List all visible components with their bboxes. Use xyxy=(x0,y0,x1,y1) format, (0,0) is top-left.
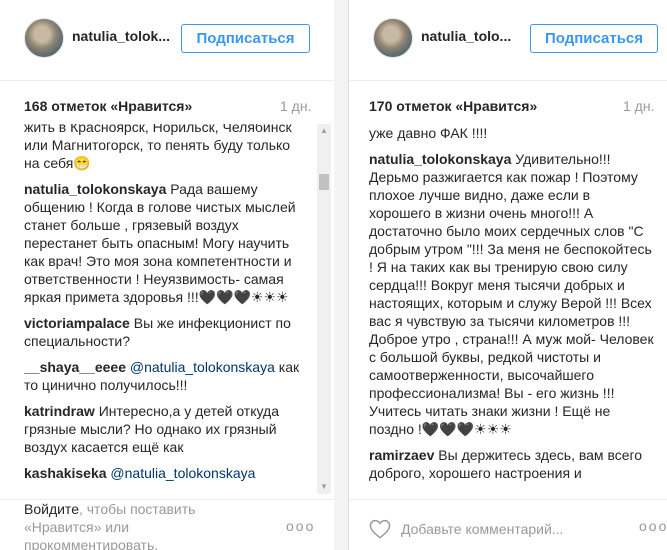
comment-text: уже давно ФАК !!!! xyxy=(369,125,488,141)
comments-list[interactable]: уже давно ФАК !!!! natulia_tolokonskaya … xyxy=(369,124,654,500)
comments-list[interactable]: жить в Красноярск, Норильск, Челябинск и… xyxy=(24,124,308,496)
comment-author[interactable]: natulia_tolokonskaya xyxy=(369,151,511,167)
comment-text: Удивительно!!! Дерьмо разжигается как по… xyxy=(369,151,654,437)
comment-author[interactable]: victoriampalace xyxy=(24,315,130,331)
list-item: уже давно ФАК !!!! xyxy=(369,124,654,142)
login-link[interactable]: Войдите xyxy=(24,501,79,517)
more-options-icon[interactable]: ooo xyxy=(286,518,315,534)
scroll-thumb[interactable] xyxy=(319,174,329,190)
follow-button[interactable]: Подписаться xyxy=(530,24,658,53)
comment-text: Рада вашему общению ! Когда в голове чис… xyxy=(24,181,296,305)
comment-mention[interactable]: @natulia_tolokonskaya xyxy=(110,465,255,481)
scroll-up-arrow-icon[interactable]: ▲ xyxy=(317,124,331,138)
panel-gap xyxy=(334,0,348,550)
comment-text: жить в Красноярск, Норильск, Челябинск и… xyxy=(24,124,292,171)
avatar[interactable] xyxy=(24,18,64,58)
footer-divider xyxy=(349,499,667,500)
header-divider xyxy=(0,80,334,81)
comments-scrollbar[interactable]: ▲ ▼ xyxy=(317,124,331,494)
comment-mention[interactable]: @natulia_tolokonskaya xyxy=(130,359,275,375)
post-time[interactable]: 1 дн. xyxy=(280,98,311,114)
list-item: жить в Красноярск, Норильск, Челябинск и… xyxy=(24,124,308,172)
emoji-hearts: 🖤🖤🖤☀☀☀ xyxy=(198,289,289,305)
header-divider xyxy=(349,80,667,81)
username[interactable]: natulia_tolok... xyxy=(72,28,170,44)
scroll-down-arrow-icon[interactable]: ▼ xyxy=(317,480,331,494)
list-item: ramirzaev Вы держитесь здесь, вам всего … xyxy=(369,446,654,482)
list-item: katrindraw Интересно,а у детей откуда гр… xyxy=(24,402,308,456)
comment-author[interactable]: kashakiseka xyxy=(24,465,107,481)
right-post-panel: natulia_tolo... Подписаться 170 отметок … xyxy=(348,0,667,550)
list-item: victoriampalace Вы же инфекционист по сп… xyxy=(24,314,308,350)
likes-count[interactable]: 168 отметок «Нравится» xyxy=(24,98,192,114)
follow-button[interactable]: Подписаться xyxy=(181,24,310,53)
login-prompt: Войдите, чтобы поставить «Нравится» или … xyxy=(24,500,264,550)
avatar[interactable] xyxy=(373,18,413,58)
more-options-icon[interactable]: ooo xyxy=(639,518,667,534)
emoji-hearts: 🖤🖤🖤☀☀☀ xyxy=(421,421,512,437)
comment-author[interactable]: __shaya__eeee xyxy=(24,359,126,375)
comment-author[interactable]: ramirzaev xyxy=(369,447,434,463)
comment-author[interactable]: katrindraw xyxy=(24,403,95,419)
add-comment-input[interactable] xyxy=(401,518,581,540)
username[interactable]: natulia_tolo... xyxy=(421,28,511,44)
post-header: natulia_tolok... Подписаться xyxy=(0,0,334,78)
comment-author[interactable]: natulia_tolokonskaya xyxy=(24,181,166,197)
list-item: __shaya__eeee @natulia_tolokonskaya как … xyxy=(24,358,308,394)
post-header: natulia_tolo... Подписаться xyxy=(349,0,667,78)
likes-count[interactable]: 170 отметок «Нравится» xyxy=(369,98,537,114)
left-post-panel: natulia_tolok... Подписаться 168 отметок… xyxy=(0,0,335,550)
list-item: natulia_tolokonskaya Удивительно!!! Дерь… xyxy=(369,150,654,438)
heart-icon[interactable] xyxy=(369,519,391,539)
list-item: kashakiseka @natulia_tolokonskaya xyxy=(24,464,308,482)
list-item: natulia_tolokonskaya Рада вашему общению… xyxy=(24,180,308,306)
post-time[interactable]: 1 дн. xyxy=(623,98,654,114)
